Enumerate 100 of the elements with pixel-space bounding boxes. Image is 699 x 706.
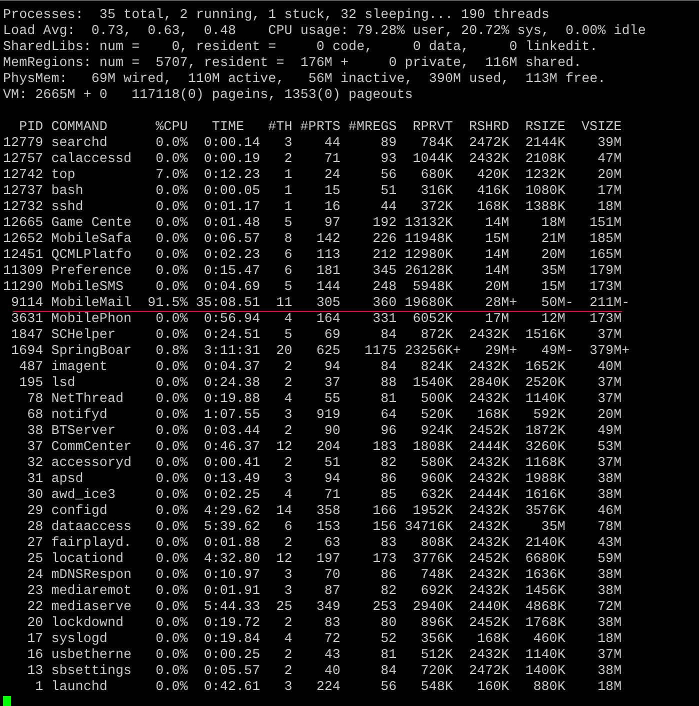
table-cell: 195 [19, 376, 44, 392]
table-cell: 372K [420, 200, 453, 216]
table-cell: 2 [284, 424, 292, 440]
table-cell: 345 [372, 264, 397, 280]
table-cell: 3776K [412, 552, 453, 568]
table-cell: 360 [372, 296, 397, 312]
table-cell: 2444K [468, 440, 510, 456]
column-header: #PRTS [300, 120, 340, 136]
table-cell: 38M [598, 616, 622, 632]
table-cell: 85 [380, 488, 397, 504]
table-cell: 1 [284, 184, 292, 200]
table-cell: 1 [35, 680, 44, 696]
table-cell: 0.0% [156, 648, 188, 664]
table-cell: 420K [477, 168, 510, 184]
table-cell: 0.0% [156, 200, 188, 216]
table-cell: 142 [316, 232, 340, 248]
table-cell: 15M [541, 280, 566, 296]
table-cell: usbetherne [51, 648, 132, 664]
summary-line: VM: 2665M + 0 117118(0) pageins, 1353(0) pageouts [3, 88, 414, 104]
table-cell: mediaserve [51, 600, 132, 616]
table-cell: 173M [589, 312, 622, 328]
table-cell: 0.0% [156, 152, 188, 168]
table-cell: 151M [589, 216, 622, 232]
table-cell: 12732 [2, 200, 44, 216]
table-cell: apsd [51, 472, 84, 488]
table-cell: 1516K [525, 328, 566, 344]
table-cell: 82 [380, 456, 397, 472]
table-cell: 0:05.57 [204, 664, 260, 680]
table-cell: mediaremot [51, 584, 132, 600]
table-cell: 0.0% [156, 424, 188, 440]
table-cell: 880K [533, 680, 566, 696]
table-cell: 2432K [468, 504, 510, 520]
table-cell: 14M [485, 216, 510, 232]
table-cell: 81 [380, 392, 397, 408]
table-cell: 43M [598, 536, 622, 552]
column-header: #MREGS [348, 120, 397, 136]
table-cell: 2 [284, 152, 292, 168]
table-cell: 91.5% [148, 296, 188, 312]
table-cell: sshd [51, 200, 84, 216]
table-cell: 1847 [11, 328, 44, 344]
table-cell: 113 [316, 248, 340, 264]
table-cell: 18M [541, 216, 566, 232]
table-cell: 2 [284, 536, 292, 552]
table-cell: 2432K [468, 520, 510, 536]
table-cell: 31 [27, 472, 44, 488]
table-cell: 0.0% [156, 632, 188, 648]
table-cell: 18M [598, 200, 622, 216]
table-cell: SpringBoar [51, 344, 132, 360]
table-cell: 2452K [468, 552, 510, 568]
table-cell: 0.0% [156, 616, 188, 632]
table-cell: 248 [372, 280, 397, 296]
column-header: RPRVT [412, 120, 453, 136]
table-cell: 12 [276, 552, 292, 568]
column-header: #TH [268, 120, 292, 136]
table-cell: 2 [284, 648, 292, 664]
table-cell: 960K [420, 472, 453, 488]
table-cell: 15 [324, 184, 340, 200]
table-cell: 28M+ [485, 296, 518, 312]
table-cell: 49M- [541, 344, 574, 360]
table-cell: 0.0% [156, 488, 188, 504]
table-cell: 0.0% [156, 216, 188, 232]
table-cell: 1080K [525, 184, 566, 200]
table-cell: 35M [541, 520, 566, 536]
table-cell: 14M [485, 248, 510, 264]
table-cell: 0:06.57 [204, 232, 260, 248]
table-cell: 5:44.33 [204, 600, 260, 616]
table-cell: 96 [380, 424, 397, 440]
table-cell: 226 [372, 232, 397, 248]
table-cell: 40 [324, 664, 340, 680]
table-cell: 2108K [525, 152, 566, 168]
table-cell: 4:32.80 [204, 552, 260, 568]
table-cell: 12779 [2, 136, 44, 152]
table-cell: 2144K [525, 136, 566, 152]
table-cell: 22 [27, 600, 44, 616]
table-cell: 197 [316, 552, 340, 568]
table-cell: 97 [324, 216, 340, 232]
table-cell: 71 [324, 488, 340, 504]
table-cell: 0:01.17 [204, 200, 260, 216]
table-cell: 52 [380, 632, 397, 648]
table-cell: 11290 [2, 280, 44, 296]
table-cell: 212 [372, 248, 397, 264]
table-cell: 185M [589, 232, 622, 248]
table-cell: 165M [589, 248, 622, 264]
table-cell: 1:07.55 [204, 408, 260, 424]
column-header: VSIZE [581, 120, 622, 136]
table-cell: 78 [27, 392, 44, 408]
table-cell: 2 [284, 616, 292, 632]
table-cell: 5 [284, 216, 292, 232]
table-cell: 1 [284, 200, 292, 216]
table-cell: 0:00.25 [204, 648, 260, 664]
table-cell: 24 [27, 568, 44, 584]
table-cell: 0:24.51 [204, 328, 260, 344]
table-cell: 39M [598, 136, 622, 152]
table-cell: QCMLPlatfo [51, 248, 132, 264]
table-cell: 632K [420, 488, 453, 504]
table-cell: 3:11:31 [204, 344, 260, 360]
table-cell: 16 [324, 200, 340, 216]
table-cell: 0:01.48 [204, 216, 260, 232]
table-cell: 49M [598, 424, 622, 440]
table-cell: 47M [598, 152, 622, 168]
